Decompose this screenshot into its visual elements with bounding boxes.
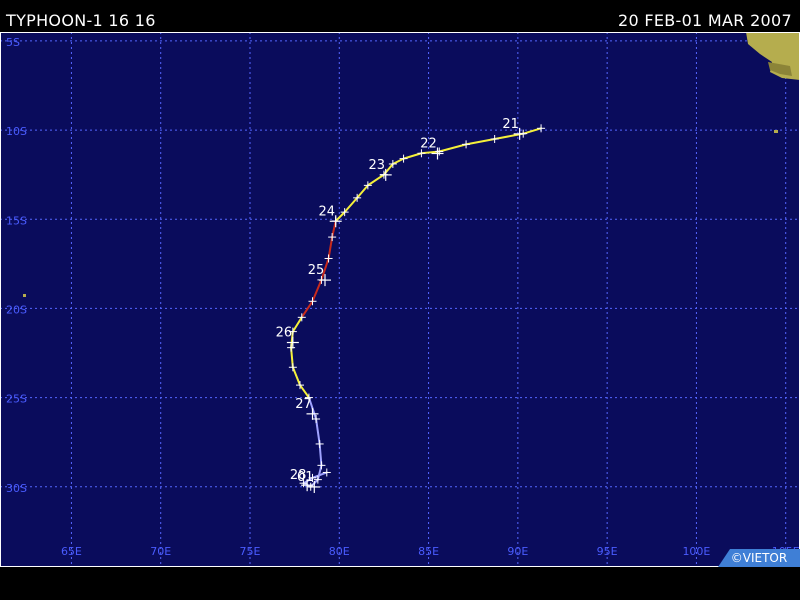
day-label: 21 [502, 117, 519, 132]
track-map: 212223242526272801 65E 70E 75E 80E 85E 90E 95E… [0, 32, 800, 567]
latitude-label: 15S [6, 214, 27, 227]
longitude-label: 80E [329, 545, 350, 558]
longitude-label: 75E [240, 545, 261, 558]
latitude-label: 25S [6, 393, 27, 406]
longitude-label: 65E [61, 545, 82, 558]
day-label: 22 [420, 136, 437, 151]
latitude-label: 30S [6, 482, 27, 495]
longitude-label: 95E [597, 545, 618, 558]
longitude-label: 100E [682, 545, 710, 558]
latitude-label: 10S [6, 125, 27, 138]
longitude-label: 85E [418, 545, 439, 558]
latitude-label: 5S [6, 36, 20, 49]
day-label: 24 [318, 204, 335, 219]
title-bar: TYPHOON-1 16 16 20 FEB-01 MAR 2007 [0, 0, 800, 32]
island [23, 294, 26, 297]
island [774, 130, 778, 133]
date-range: 20 FEB-01 MAR 2007 [617, 11, 792, 30]
longitude-label: 70E [150, 545, 171, 558]
day-label: 23 [368, 158, 385, 173]
credit-badge: ©VIETOR [718, 549, 800, 567]
day-label: 01 [297, 470, 314, 485]
day-label: 25 [308, 263, 325, 278]
day-label: 27 [295, 397, 312, 412]
storm-title: TYPHOON-1 16 16 [6, 11, 156, 30]
latitude-label: 20S [6, 303, 27, 316]
day-label: 26 [276, 326, 293, 341]
longitude-label: 90E [507, 545, 528, 558]
bottom-bar [0, 567, 800, 600]
